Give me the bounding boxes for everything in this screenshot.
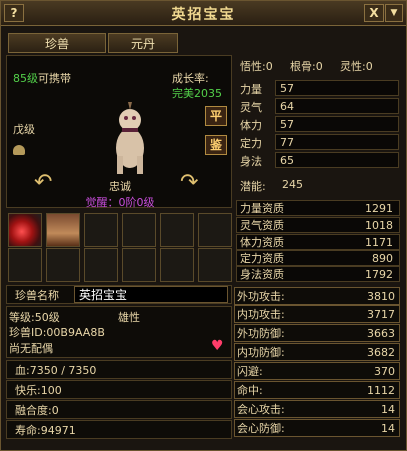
aptitude-value: 1171 bbox=[365, 236, 393, 249]
stat-row: 闪避: 370 bbox=[234, 362, 400, 380]
stat-row: 内功防御: 3682 bbox=[234, 343, 400, 361]
skill-slot[interactable] bbox=[84, 213, 118, 247]
aptitude-row: 体力资质 1171 bbox=[236, 234, 400, 250]
aptitude-value: 1792 bbox=[365, 268, 393, 281]
aptitude-label: 力量资质 bbox=[240, 202, 284, 215]
skill-slot[interactable] bbox=[84, 248, 118, 282]
stat-value: 3663 bbox=[367, 327, 395, 340]
attr-label: 力量 bbox=[240, 83, 262, 96]
tab-pet[interactable]: 珍兽 bbox=[8, 33, 106, 53]
stat-row: 外功防御: 3663 bbox=[234, 324, 400, 342]
aptitude-row: 身法资质 1792 bbox=[236, 266, 400, 282]
tab-yuandan[interactable]: 元丹 bbox=[108, 33, 178, 53]
stat-value: 3717 bbox=[367, 308, 395, 321]
appraise-button[interactable]: 鉴 bbox=[205, 135, 227, 155]
stat-label: 内功攻击: bbox=[237, 308, 285, 321]
chevron-down-icon[interactable]: ▼ bbox=[385, 4, 403, 22]
attr-value: 64 bbox=[275, 98, 399, 114]
stat-row: 内功攻击: 3717 bbox=[234, 305, 400, 323]
stat-value: 14 bbox=[381, 422, 395, 435]
helmet-icon bbox=[13, 145, 25, 155]
pet-trait: 忠诚 bbox=[109, 180, 131, 193]
stat-value: 370 bbox=[374, 365, 395, 378]
pet-level: 等级:50级 bbox=[9, 311, 60, 324]
stat-row: 命中: 1112 bbox=[234, 381, 400, 399]
pet-gender: 雄性 bbox=[118, 311, 140, 324]
pet-name-field[interactable]: 英招宝宝 bbox=[74, 286, 228, 303]
aptitude-label: 灵气资质 bbox=[240, 219, 284, 232]
fusion-row: 融合度:0 bbox=[6, 400, 232, 419]
attr-value: 77 bbox=[275, 134, 399, 150]
potential-label: 潜能: bbox=[240, 180, 266, 193]
stat-row: 外功攻击: 3810 bbox=[234, 287, 400, 305]
awaken-level: 觉醒：0阶0级 bbox=[85, 196, 155, 209]
growth-label: 成长率: bbox=[172, 72, 209, 85]
potential-value: 245 bbox=[282, 178, 303, 191]
stat-label: 闪避: bbox=[237, 365, 263, 378]
pet-id: 珍兽ID:00B9AA8B bbox=[9, 326, 105, 339]
stat-value: 1112 bbox=[367, 384, 395, 397]
hp-row: 血:7350 / 7350 bbox=[6, 360, 232, 379]
stat-row: 会心攻击: 14 bbox=[234, 400, 400, 418]
aptitude-label: 身法资质 bbox=[240, 268, 284, 281]
lingxing-value: 灵性:0 bbox=[340, 60, 373, 73]
stat-row: 会心防御: 14 bbox=[234, 419, 400, 437]
attr-label: 身法 bbox=[240, 155, 262, 168]
carry-level-value: 85级 bbox=[13, 72, 38, 85]
stat-label: 外功防御: bbox=[237, 327, 285, 340]
pet-spouse: 尚无配偶 bbox=[9, 342, 53, 355]
aptitude-label: 定力资质 bbox=[240, 252, 284, 265]
pet-grade: 戊级 bbox=[13, 123, 35, 136]
aptitude-label: 体力资质 bbox=[240, 236, 284, 249]
close-button[interactable]: X bbox=[364, 4, 384, 22]
lifespan-row: 寿命:94971 bbox=[6, 420, 232, 439]
aptitude-value: 1291 bbox=[365, 202, 393, 215]
attr-value: 57 bbox=[275, 116, 399, 132]
ping-button[interactable]: 平 bbox=[205, 106, 227, 126]
pet-name-label: 珍兽名称 bbox=[15, 289, 59, 302]
aptitude-row: 灵气资质 1018 bbox=[236, 217, 400, 233]
stat-label: 命中: bbox=[237, 384, 263, 397]
skill-slot[interactable] bbox=[8, 248, 42, 282]
skill-slot[interactable] bbox=[160, 213, 194, 247]
attr-label: 定力 bbox=[240, 137, 262, 150]
carry-level: 85级可携带 bbox=[13, 70, 71, 86]
happiness-row: 快乐:100 bbox=[6, 380, 232, 399]
attr-label: 灵气 bbox=[240, 101, 262, 114]
stat-label: 会心攻击: bbox=[237, 403, 285, 416]
heart-icon[interactable]: ♥ bbox=[211, 338, 224, 354]
aptitude-value: 1018 bbox=[365, 219, 393, 232]
genggu-value: 根骨:0 bbox=[290, 60, 323, 73]
title-bar[interactable]: ? 英招宝宝 X ▼ bbox=[1, 1, 406, 26]
stat-value: 3810 bbox=[367, 290, 395, 303]
skill-slot[interactable] bbox=[160, 248, 194, 282]
carry-text: 可携带 bbox=[38, 72, 71, 85]
aptitude-row: 力量资质 1291 bbox=[236, 200, 400, 216]
pet-model-image bbox=[116, 102, 144, 174]
growth-value: 完美2035 bbox=[172, 87, 222, 100]
skill-slot-face-icon[interactable] bbox=[46, 213, 80, 247]
window-title: 英招宝宝 bbox=[171, 7, 236, 23]
stat-label: 会心防御: bbox=[237, 422, 285, 435]
stat-label: 外功攻击: bbox=[237, 290, 285, 303]
skill-slot-fire-icon[interactable] bbox=[8, 213, 42, 247]
stat-label: 内功防御: bbox=[237, 346, 285, 359]
aptitude-value: 890 bbox=[372, 252, 393, 265]
attr-label: 体力 bbox=[240, 119, 262, 132]
wuxing-value: 悟性:0 bbox=[240, 60, 273, 73]
attr-value: 65 bbox=[275, 152, 399, 168]
skill-slot[interactable] bbox=[122, 248, 156, 282]
skill-slot[interactable] bbox=[198, 248, 232, 282]
skill-slot[interactable] bbox=[198, 213, 232, 247]
stat-value: 14 bbox=[381, 403, 395, 416]
attr-value: 57 bbox=[275, 80, 399, 96]
skill-slot[interactable] bbox=[122, 213, 156, 247]
skill-slot[interactable] bbox=[46, 248, 80, 282]
stat-value: 3682 bbox=[367, 346, 395, 359]
aptitude-row: 定力资质 890 bbox=[236, 250, 400, 266]
